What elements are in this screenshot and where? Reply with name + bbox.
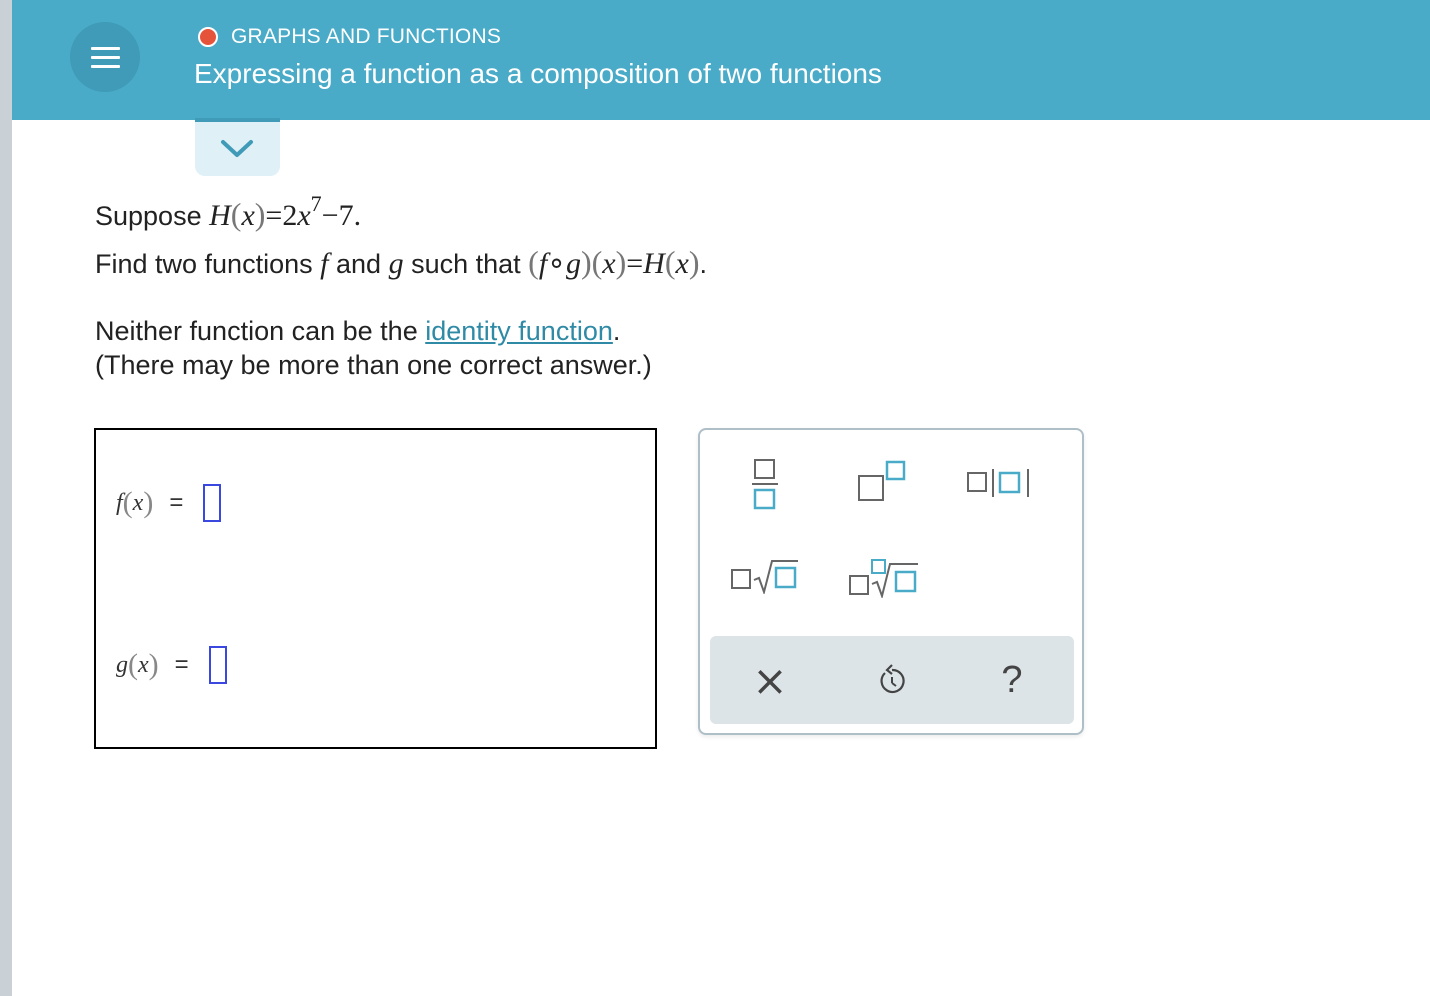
problem-line-3: Neither function can be the identity fun… [95,316,620,347]
g-input[interactable] [208,646,227,684]
math-x: x [602,247,616,280]
collapse-toggle[interactable] [195,118,280,176]
math-H: H [643,247,665,280]
problem-line-2: Find two functions f and g such that (f∘… [95,244,707,281]
g-label: g [116,651,128,678]
undo-button[interactable] [852,636,932,724]
answer-box: f(x) = g(x) = [94,428,657,749]
paren: ( [591,244,603,280]
paren: ( [230,196,242,232]
math-palette: × ? [698,428,1084,735]
action-bar: × ? [710,636,1074,724]
x-label: x [138,651,149,678]
superscript-tool-icon[interactable] [857,460,909,504]
math-eq: =2 [265,199,298,232]
fraction-tool-icon[interactable] [752,458,778,512]
menu-icon-line [91,65,120,68]
paren: ) [254,196,266,232]
paren: ) [143,486,154,519]
chevron-down-icon [221,140,253,157]
equals-sign: = [169,489,184,516]
x-label: x [132,489,144,516]
nth-root-tool-icon[interactable] [848,558,920,598]
text: Find two functions [95,249,313,279]
menu-icon-line [91,56,120,59]
topic-row: GRAPHS AND FUNCTIONS [198,24,501,50]
text: . [699,249,707,279]
paren: ( [528,244,539,280]
compose-symbol: ∘ [547,247,566,280]
math-x: x [675,247,689,280]
f-input[interactable] [203,484,222,522]
text: and [335,249,382,279]
absolute-value-tool-icon[interactable] [966,467,1036,499]
clear-button[interactable]: × [730,636,810,724]
g-answer-row: g(x) = [116,646,227,684]
text: Suppose [95,201,202,231]
square-root-tool-icon[interactable] [730,558,800,594]
math-H: H [209,199,231,232]
f-label: f [116,489,123,516]
menu-icon [91,47,120,50]
page-title: Expressing a function as a composition o… [194,58,882,89]
paren: ) [580,244,592,280]
undo-icon [880,664,905,694]
text: . [612,316,621,346]
left-rail [0,0,12,996]
math-x: x [241,199,255,232]
f-answer-row: f(x) = [116,484,222,522]
math-eq: = [626,247,644,280]
math-f: f [538,247,548,280]
problem-line-1: Suppose H(x)=2x7−7. [95,191,362,233]
paren: ) [148,648,159,681]
math-g: g [565,247,581,280]
math-constant: −7. [321,199,362,232]
paren: ) [688,244,700,280]
topic-status-icon [198,27,218,47]
math-f: f [320,247,329,280]
paren: ) [615,244,627,280]
paren: ( [664,244,676,280]
paren: ( [122,486,133,519]
math-g: g [388,247,404,280]
help-icon: ? [1001,658,1023,701]
problem-line-4: (There may be more than one correct answ… [95,350,652,380]
math-exponent: 7 [310,191,322,216]
help-button[interactable]: ? [972,636,1052,724]
math-x: x [297,199,311,232]
topic-label: GRAPHS AND FUNCTIONS [231,25,502,48]
identity-function-link[interactable]: identity function [425,316,613,346]
text: such that [411,249,521,279]
equals-sign: = [174,651,189,678]
menu-button[interactable] [70,22,140,92]
close-icon: × [752,655,788,705]
text: Neither function can be the [95,316,418,346]
paren: ( [128,648,138,681]
